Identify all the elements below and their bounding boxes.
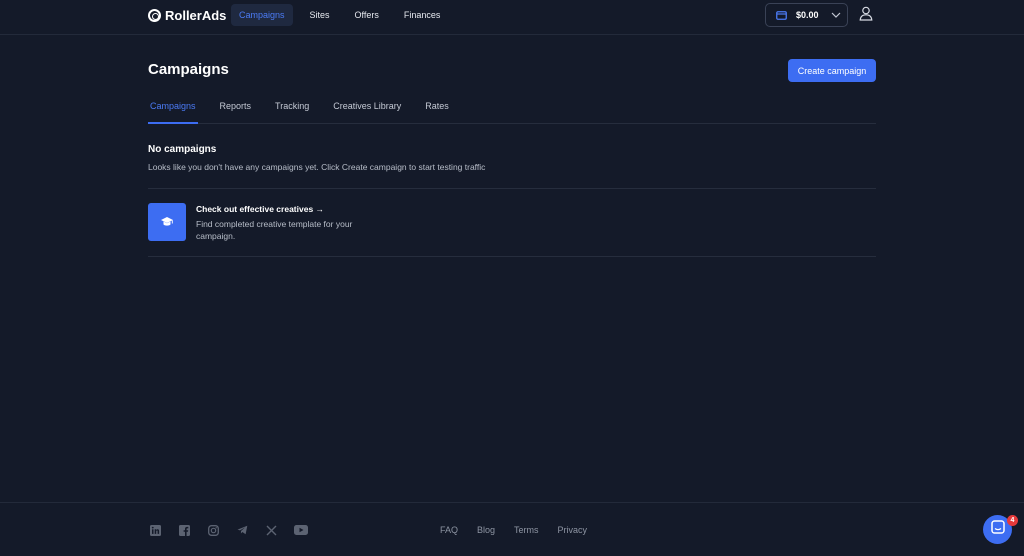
chat-icon (990, 520, 1005, 539)
facebook-icon[interactable] (178, 524, 190, 536)
tab-creatives-library[interactable]: Creatives Library (331, 96, 403, 124)
empty-state-description: Looks like you don't have any campaigns … (148, 162, 486, 172)
chat-notification-badge: 4 (1007, 515, 1018, 526)
tab-tracking[interactable]: Tracking (273, 96, 311, 124)
footer-link-blog[interactable]: Blog (477, 525, 495, 535)
create-campaign-button[interactable]: Create campaign (788, 59, 876, 82)
top-bar: RollerAds Campaigns Sites Offers Finance… (0, 0, 1024, 35)
user-icon[interactable] (859, 6, 873, 26)
divider (148, 188, 876, 189)
youtube-icon[interactable] (294, 524, 308, 536)
linkedin-icon[interactable] (149, 524, 161, 536)
wallet-icon (776, 10, 787, 20)
tab-campaigns[interactable]: Campaigns (148, 96, 198, 124)
tab-rates[interactable]: Rates (423, 96, 451, 124)
chevron-down-icon (831, 12, 841, 18)
footer-link-faq[interactable]: FAQ (440, 525, 458, 535)
instagram-icon[interactable] (207, 524, 219, 536)
main-nav: Campaigns Sites Offers Finances (231, 4, 457, 26)
nav-item-campaigns[interactable]: Campaigns (231, 4, 293, 26)
nav-item-finances[interactable]: Finances (396, 4, 449, 26)
empty-state-title: No campaigns (148, 144, 217, 155)
nav-item-offers[interactable]: Offers (347, 4, 387, 26)
logo[interactable]: RollerAds (148, 8, 226, 23)
page-title: Campaigns (148, 61, 229, 78)
footer-link-terms[interactable]: Terms (514, 525, 539, 535)
creatives-promo-link[interactable]: Check out effective creatives → (196, 204, 324, 214)
nav-item-sites[interactable]: Sites (302, 4, 338, 26)
balance-amount: $0.00 (796, 10, 819, 20)
divider (148, 256, 876, 257)
x-icon[interactable] (265, 524, 277, 536)
footer: FAQ Blog Terms Privacy (0, 502, 1024, 556)
tab-reports[interactable]: Reports (218, 96, 254, 124)
graduation-cap-icon[interactable] (148, 203, 186, 241)
campaign-tabs: Campaigns Reports Tracking Creatives Lib… (148, 96, 876, 124)
footer-link-privacy[interactable]: Privacy (558, 525, 588, 535)
brand-name: RollerAds (165, 8, 227, 23)
social-links (149, 524, 308, 536)
rollerads-logo-icon (148, 9, 161, 22)
telegram-icon[interactable] (236, 524, 248, 536)
balance-dropdown[interactable]: $0.00 (765, 3, 848, 27)
creatives-promo-description: Find completed creative template for you… (196, 219, 353, 241)
footer-links: FAQ Blog Terms Privacy (440, 525, 606, 535)
